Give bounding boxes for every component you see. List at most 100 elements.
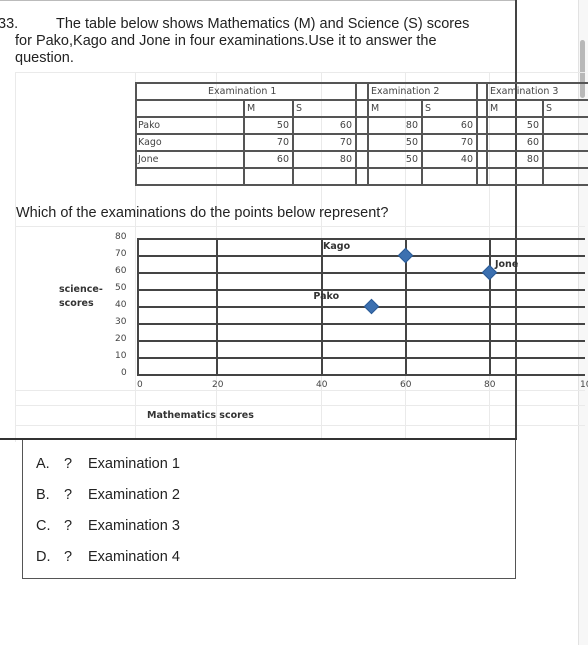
- gridline-horizontal: [137, 323, 585, 325]
- background-grid-line: [15, 405, 585, 406]
- option-letter: C.: [36, 518, 51, 534]
- x-tick-label: 60: [400, 380, 412, 390]
- option-c[interactable]: C.? Examination 3: [36, 518, 180, 534]
- option-text: Examination 1: [88, 456, 180, 472]
- background-grid-line: [15, 390, 585, 391]
- table-line: [367, 82, 369, 186]
- x-tick-label: 0: [137, 380, 143, 390]
- background-grid-line: [15, 425, 585, 426]
- y-tick-label: 30: [115, 317, 127, 327]
- gridline-horizontal: [137, 357, 585, 359]
- table-cell: 80: [526, 154, 539, 165]
- radio-placeholder-icon[interactable]: ?: [64, 518, 88, 534]
- gridline-horizontal: [137, 238, 585, 240]
- y-axis-label-line-2: scores: [59, 298, 94, 309]
- table-line: [135, 116, 588, 118]
- question-number: 33.: [0, 16, 19, 32]
- gridline-horizontal: [137, 272, 585, 274]
- option-text: Examination 3: [88, 518, 180, 534]
- exam-3-col-m: M: [490, 103, 499, 114]
- table-line: [135, 82, 588, 84]
- exam-1-col-s: S: [296, 103, 303, 114]
- table-cell: 40: [460, 154, 473, 165]
- question-text-line-2: for Pako,Kago and Jone in four examinati…: [15, 33, 437, 49]
- background-grid-line: [15, 226, 585, 227]
- table-line: [135, 99, 588, 101]
- table-line: [135, 133, 588, 135]
- student-name: Kago: [138, 137, 162, 148]
- student-name: Pako: [138, 120, 161, 131]
- y-tick-label: 80: [115, 232, 127, 242]
- scrollbar-thumb[interactable]: [580, 40, 585, 98]
- table-cell: 70: [276, 137, 289, 148]
- option-b[interactable]: B.? Examination 2: [36, 487, 180, 503]
- x-tick-label: 20: [212, 380, 224, 390]
- table-cell: 50: [405, 137, 418, 148]
- y-tick-label: 60: [115, 266, 127, 276]
- radio-placeholder-icon[interactable]: ?: [64, 456, 88, 472]
- exam-2-header: Examination 2: [371, 86, 440, 97]
- table-line: [476, 82, 478, 186]
- table-line: [135, 150, 588, 152]
- table-cell: 50: [405, 154, 418, 165]
- table-cell: 50: [276, 120, 289, 131]
- exam-2-col-m: M: [371, 103, 380, 114]
- table-line: [135, 184, 588, 186]
- table-line: [542, 99, 544, 186]
- table-cell: 80: [339, 154, 352, 165]
- gridline-horizontal: [137, 289, 585, 291]
- x-tick-label: 80: [484, 380, 496, 390]
- option-text: Examination 2: [88, 487, 180, 503]
- data-point-label: Pako: [313, 291, 340, 302]
- gridline-vertical: [216, 238, 218, 374]
- table-line: [135, 167, 588, 169]
- gridline-vertical: [137, 238, 139, 374]
- table-line: [355, 82, 357, 186]
- option-letter: B.: [36, 487, 50, 503]
- option-a[interactable]: A.? Examination 1: [36, 456, 180, 472]
- exam-3-col-s: S: [546, 103, 553, 114]
- table-line: [135, 82, 137, 186]
- data-point-marker: [397, 247, 414, 264]
- option-letter: A.: [36, 456, 50, 472]
- table-cell: 60: [460, 120, 473, 131]
- gridline-horizontal: [137, 306, 585, 308]
- table-cell: 60: [276, 154, 289, 165]
- data-point-marker: [364, 298, 380, 315]
- x-axis-label: Mathematics scores: [147, 410, 254, 421]
- student-name: Jone: [138, 154, 159, 165]
- exam-3-header: Examination 3: [490, 86, 559, 97]
- y-tick-label: 20: [115, 334, 127, 344]
- radio-placeholder-icon[interactable]: ?: [64, 487, 88, 503]
- option-d[interactable]: D.? Examination 4: [36, 549, 180, 565]
- table-cell: 60: [339, 120, 352, 131]
- gridline-horizontal: [137, 340, 585, 342]
- question-prompt: Which of the examinations do the points …: [16, 205, 389, 221]
- y-tick-label: 50: [115, 283, 127, 293]
- table-cell: 80: [405, 120, 418, 131]
- table-cell: 60: [526, 137, 539, 148]
- gridline-vertical: [321, 238, 323, 374]
- x-tick-label: 40: [316, 380, 328, 390]
- gridline-vertical: [489, 238, 491, 374]
- gridline-horizontal: [137, 374, 585, 376]
- question-text-line-1: The table below shows Mathematics (M) an…: [56, 16, 470, 32]
- data-point-label: Kago: [323, 241, 351, 252]
- radio-placeholder-icon[interactable]: ?: [64, 549, 88, 565]
- exam-2-col-s: S: [425, 103, 432, 114]
- option-letter: D.: [36, 549, 51, 565]
- y-tick-label: 10: [115, 351, 127, 361]
- y-tick-label: 0: [121, 368, 127, 378]
- card-top-border: [0, 0, 516, 1]
- x-tick-label: 10: [580, 380, 588, 390]
- question-text-line-3: question.: [15, 50, 74, 66]
- table-cell: 50: [526, 120, 539, 131]
- option-text: Examination 4: [88, 549, 180, 565]
- y-tick-label: 40: [115, 300, 127, 310]
- y-axis-label-line-1: science-: [59, 284, 103, 295]
- background-grid-line: [15, 72, 16, 442]
- table-cell: 70: [460, 137, 473, 148]
- gridline-horizontal: [137, 255, 585, 257]
- table-cell: 70: [339, 137, 352, 148]
- table-line: [486, 82, 488, 186]
